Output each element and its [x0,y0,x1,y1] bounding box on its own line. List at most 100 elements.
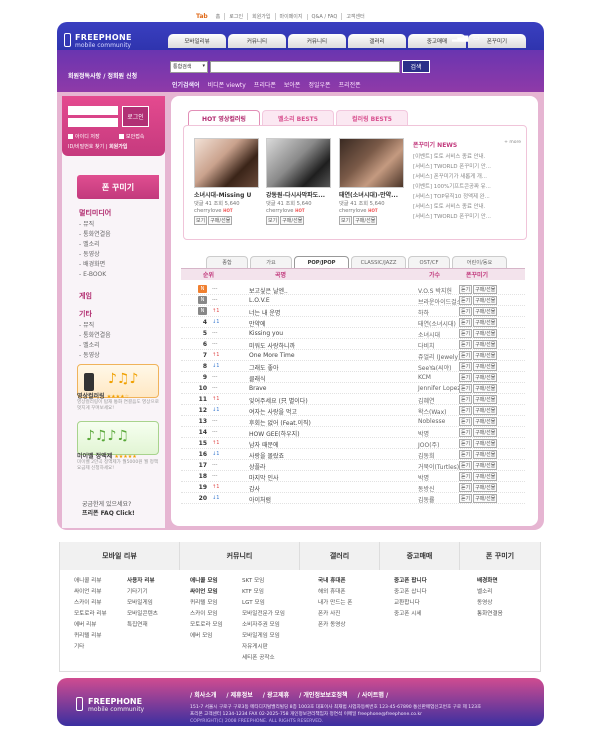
menu-item[interactable]: - 벨소리 [79,341,111,351]
menu-item[interactable]: - 벨소리 [79,240,111,250]
buy-gift-button[interactable]: 구매/선물 [473,285,498,294]
footer-link[interactable]: 소비자주권 모임 [242,620,285,631]
listen-button[interactable]: 듣기 [459,439,473,448]
singer-name[interactable]: 김동률 [418,495,435,504]
login-button[interactable]: 로그인 [122,106,149,127]
listen-button[interactable]: 듣기 [459,296,473,305]
secure-checkbox[interactable]: 보안접속 [119,133,144,140]
singer-name[interactable]: 쥬얼리 (Jewely) [418,352,460,361]
faq-link[interactable]: 궁금한게 있으세요? 프리폰 FAQ Click! [82,500,135,518]
member-links[interactable]: 회원정독사항 / 정회원 신청 [68,71,137,80]
hot-card[interactable]: 강동원-다시사막파도... 댓글 41 조회 5,640 cherrylove … [266,138,331,225]
footer-link[interactable]: 세티폰 공작소 [242,653,285,664]
singer-name[interactable]: Noblesse [418,418,445,425]
song-title[interactable]: 감사 [249,484,260,493]
util-service-link[interactable]: 고객센터 [341,13,368,20]
join-link[interactable]: 회원가입 [109,144,127,150]
song-title[interactable]: 보고싶은 날엔.. [249,286,288,295]
card-title[interactable]: 태연(소녀시대)-만약... [339,190,404,199]
singer-name[interactable]: 왁스(Wax) [418,407,447,416]
util-login-link[interactable]: 로그인 [224,13,247,20]
buy-gift-button[interactable]: 구매/선물 [473,307,498,316]
song-title[interactable]: 클래식 [249,374,266,383]
buy-gift-button[interactable]: 구매/선물 [208,216,233,225]
menu-item[interactable]: - E-BOOK [79,270,111,280]
buy-gift-button[interactable]: 구매/선물 [473,384,498,393]
song-title[interactable]: 여자는 사랑을 먹고 [249,407,297,416]
menu-head[interactable]: 기타 [79,309,111,319]
footer-link[interactable]: 애니콜 모임 [190,576,223,587]
listen-button[interactable]: 듣기 [459,384,473,393]
news-item[interactable]: [서비스] TWORLD 폰꾸미기 안... [413,212,521,222]
listen-button[interactable]: 듣기 [459,340,473,349]
listen-button[interactable]: 듣기 [459,494,473,503]
song-title[interactable]: Kissing you [249,330,283,337]
listen-button[interactable]: 듣기 [459,406,473,415]
footer-link[interactable]: 기타 [74,642,107,653]
singer-name[interactable]: KCM [418,374,431,381]
footer-link[interactable]: 에버 모임 [190,631,223,642]
singer-name[interactable]: 태연(소녀시대) [418,319,456,328]
footer-head[interactable]: 모바일 리뷰 [60,542,180,570]
news-item[interactable]: [서비스] 토토 서비스 종료 안내. [413,202,521,212]
buy-gift-button[interactable]: 구매/선물 [473,450,498,459]
footer-link[interactable]: 모바일전문가 모임 [242,609,285,620]
buy-gift-button[interactable]: 구매/선물 [280,216,305,225]
listen-button[interactable]: 듣기 [459,329,473,338]
footer-link[interactable]: 모토로라 리뷰 [74,609,107,620]
listen-button[interactable]: 듣기 [459,285,473,294]
singer-name[interactable]: 김혜연 [418,396,435,405]
news-item[interactable]: [이벤트] 100%기프트콘공짜 유... [413,182,521,192]
singer-name[interactable]: Jennifer Lopez [418,385,460,392]
news-more-link[interactable]: + more [504,140,521,149]
singer-name[interactable]: 하하 [418,308,429,317]
listen-button[interactable]: 듣기 [459,373,473,382]
song-title[interactable]: 잊어주세요 (只 별이다) [249,396,308,405]
singer-name[interactable]: 소녀시대 [418,330,440,339]
footer-link[interactable]: 폰카 동영상 [318,620,352,631]
util-join-link[interactable]: 회원가입 [247,13,274,20]
singer-name[interactable]: SeeYa(씨야) [418,363,451,372]
menu-item[interactable]: - 통화연결음 [79,331,111,341]
singer-name[interactable]: 박명 [418,473,429,482]
find-id-link[interactable]: ID/비밀번호 찾기 [68,144,104,150]
buy-gift-button[interactable]: 구매/선물 [473,439,498,448]
util-home-link[interactable]: 홈 [212,13,225,20]
song-title[interactable]: Brave [249,385,267,392]
popular-keyword[interactable]: 비디폰 viewty [208,80,246,89]
song-title[interactable]: 상플라 [249,462,266,471]
footer-head[interactable]: 중고매매 [380,542,460,570]
hot-card[interactable]: 태연(소녀시대)-만약... 댓글 41 조회 5,640 cherrylove… [339,138,404,225]
news-item[interactable]: [이벤트] 토토 서비스 종료 안내. [413,152,521,162]
buy-gift-button[interactable]: 구매/선물 [473,472,498,481]
footer-link[interactable]: 중고폰 삽니다 [394,587,427,598]
footer-link-ads[interactable]: / 광고제휴 [263,690,289,699]
menu-item[interactable]: - 동영상 [79,351,111,361]
search-scope-select[interactable]: 통합검색 [170,60,208,73]
news-item[interactable]: [서비스] TOP뮤직10 정액제 완... [413,192,521,202]
footer-link[interactable]: 애니콜 리뷰 [74,576,107,587]
buy-gift-button[interactable]: 구매/선물 [473,483,498,492]
news-item[interactable]: [서비스] TWORLD 폰꾸미기 안... [413,162,521,172]
footer-link[interactable]: 에버 리뷰 [74,620,107,631]
footer-link-about[interactable]: / 회사소개 [190,690,216,699]
song-title[interactable]: 만약에 [249,319,266,328]
nav-tab-gallery[interactable]: 갤러리 [348,34,406,48]
popular-keyword[interactable]: 프리다폰 [254,80,276,89]
news-item[interactable]: [서비스] 폰꾸미기가 새롭게 개... [413,172,521,182]
tab-bell-best5[interactable]: 벨소리 BEST5 [262,110,334,126]
footer-link-privacy[interactable]: / 개인정보보호정책 [299,690,347,699]
song-title[interactable]: 미워도 사랑하니까 [249,341,295,350]
card-photo[interactable] [339,138,404,188]
buy-gift-button[interactable]: 구매/선물 [473,494,498,503]
listen-button[interactable]: 듣기 [459,307,473,316]
popular-keyword[interactable]: 정일우폰 [308,80,330,89]
menu-item[interactable]: - 동영상 [79,250,111,260]
footer-link[interactable]: 사용자 리뷰 [127,576,158,587]
buy-gift-button[interactable]: 구매/선물 [473,318,498,327]
singer-name[interactable]: JOO(주) [418,440,439,449]
menu-head[interactable]: 게임 [79,291,92,301]
listen-button[interactable]: 듣기 [459,483,473,492]
footer-link[interactable]: 동영상 [477,598,503,609]
footer-link[interactable]: 퀴리텔 모임 [190,598,223,609]
